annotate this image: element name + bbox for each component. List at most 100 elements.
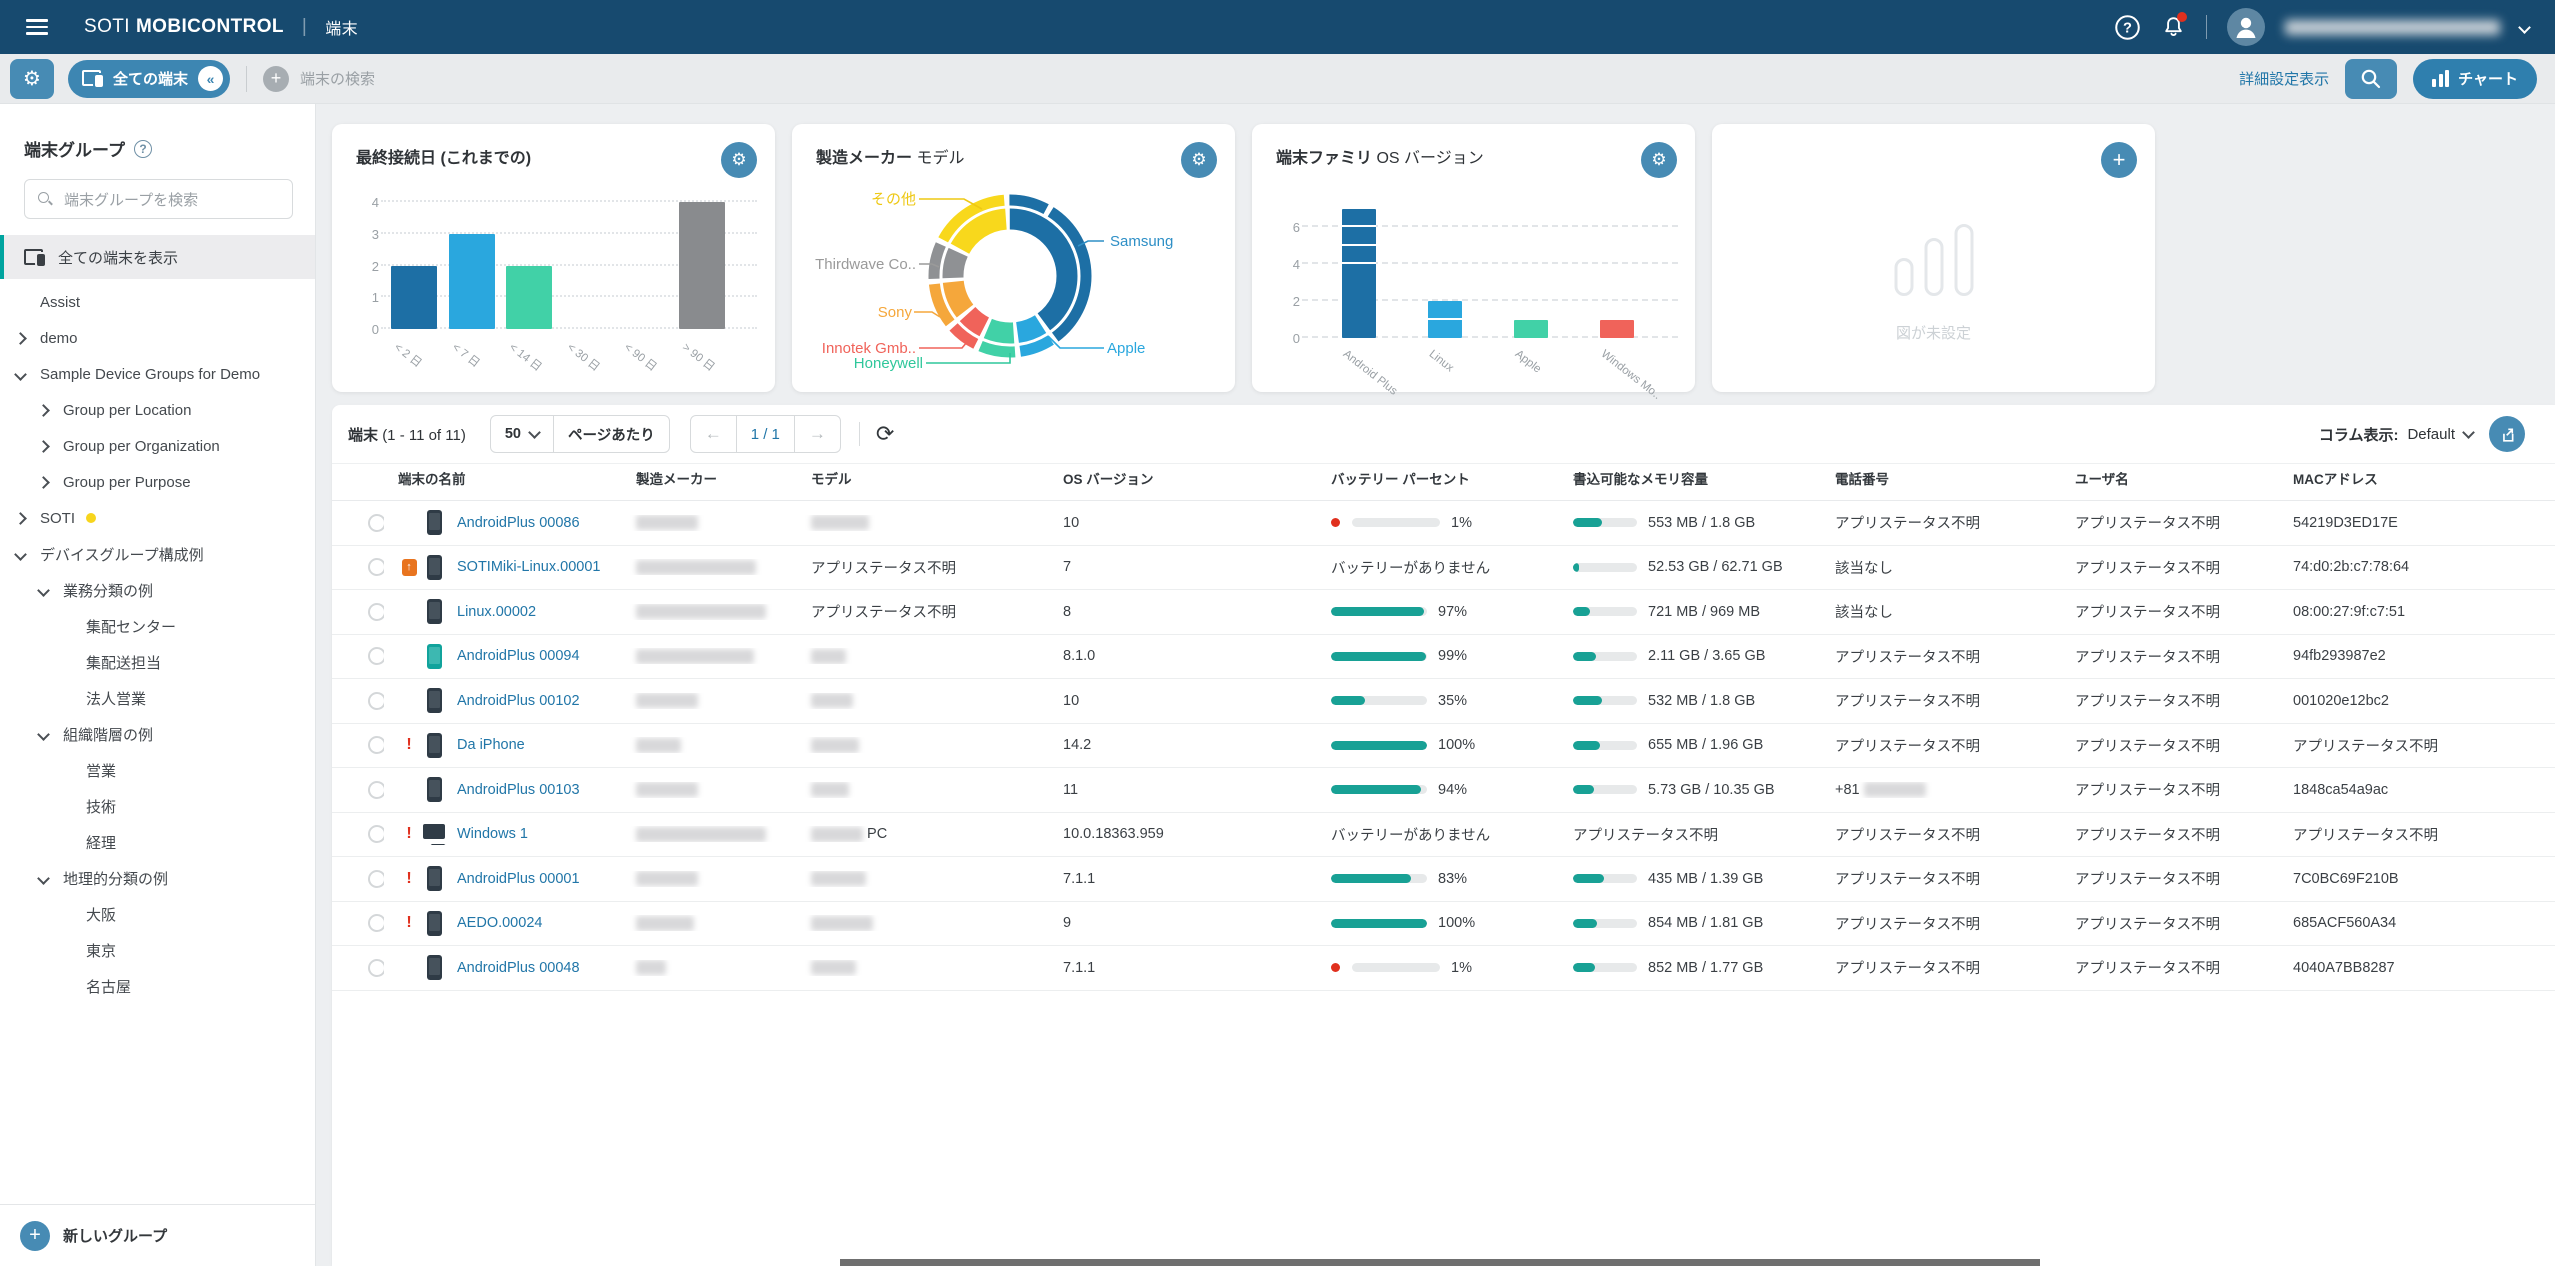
right-chevron-icon[interactable] bbox=[14, 331, 27, 345]
horizontal-scrollbar[interactable] bbox=[840, 1259, 2040, 1266]
bar-Android Plus[interactable] bbox=[1342, 208, 1376, 338]
table-row[interactable]: ! AEDO.00024 9 100% 854 MB / 1.81 GB アプリステータス… bbox=[332, 902, 2555, 946]
tree-item-業務分類の例[interactable]: 業務分類の例 bbox=[0, 572, 315, 608]
user-avatar[interactable] bbox=[2227, 8, 2265, 46]
tree-item-集配送担当[interactable]: 集配送担当 bbox=[0, 644, 315, 680]
row-checkbox[interactable] bbox=[368, 958, 384, 977]
device-search-input[interactable]: 端末の検索 bbox=[300, 68, 375, 89]
tree-item-Group per Location[interactable]: Group per Location bbox=[0, 392, 315, 428]
row-checkbox[interactable] bbox=[368, 513, 384, 532]
tree-item-SOTI[interactable]: SOTI bbox=[0, 500, 315, 536]
table-row[interactable]: AndroidPlus 00102 10 35% 532 MB / 1.8 GB アプリ… bbox=[332, 679, 2555, 724]
all-devices-filter-chip[interactable]: 全ての端末 « bbox=[68, 59, 231, 98]
column-header-OS バージョン[interactable]: OS バージョン bbox=[1049, 468, 1317, 488]
bar-Apple[interactable] bbox=[1514, 319, 1548, 338]
bar-Windows Mo..[interactable] bbox=[1600, 319, 1634, 338]
row-checkbox[interactable] bbox=[368, 647, 384, 666]
next-page-button[interactable]: → bbox=[795, 416, 840, 452]
right-chevron-icon[interactable] bbox=[37, 403, 50, 417]
prev-page-button[interactable]: ← bbox=[691, 416, 736, 452]
row-checkbox[interactable] bbox=[368, 780, 384, 799]
column-header-MACアドレス[interactable]: MACアドレス bbox=[2279, 468, 2555, 488]
column-view-select[interactable]: コラム表示: Default bbox=[2319, 424, 2475, 445]
table-row[interactable]: AndroidPlus 00094 8.1.0 99% 2.11 GB / 3.65 … bbox=[332, 635, 2555, 679]
filter-settings-gear-icon[interactable]: ⚙ bbox=[10, 58, 54, 99]
table-row[interactable]: AndroidPlus 00048 7.1.1 1% 852 MB / 1.77 GB… bbox=[332, 946, 2555, 991]
sidebar-item-all-devices[interactable]: 全ての端末を表示 bbox=[0, 235, 315, 279]
row-checkbox[interactable] bbox=[368, 602, 384, 621]
search-button[interactable] bbox=[2345, 58, 2398, 99]
bar-< 7 日[interactable] bbox=[448, 233, 495, 329]
column-header-電話番号[interactable]: 電話番号 bbox=[1821, 468, 2061, 488]
bar-Linux[interactable] bbox=[1428, 301, 1462, 338]
device-name-link[interactable]: AndroidPlus 00001 bbox=[457, 871, 580, 887]
filter-chip-collapse-icon[interactable]: « bbox=[198, 66, 224, 91]
tree-item-Assist[interactable]: Assist bbox=[0, 284, 315, 320]
device-name-link[interactable]: AndroidPlus 00048 bbox=[457, 960, 580, 976]
down-chevron-icon[interactable] bbox=[37, 583, 50, 597]
down-chevron-icon[interactable] bbox=[37, 727, 50, 741]
card-settings-gear-icon[interactable]: ⚙ bbox=[1641, 142, 1677, 178]
device-name-link[interactable]: Da iPhone bbox=[457, 737, 525, 753]
tree-item-経理[interactable]: 経理 bbox=[0, 824, 315, 860]
tree-item-デバイスグループ構成例[interactable]: デバイスグループ構成例 bbox=[0, 536, 315, 572]
table-row[interactable]: AndroidPlus 00103 11 94% 5.73 GB / 10.35 GB… bbox=[332, 768, 2555, 813]
table-row[interactable]: Linux.00002 アプリステータス不明 8 97% 721 MB / 969 MB… bbox=[332, 590, 2555, 635]
tree-item-営業[interactable]: 営業 bbox=[0, 752, 315, 788]
device-name-link[interactable]: AEDO.00024 bbox=[457, 915, 542, 931]
right-chevron-icon[interactable] bbox=[37, 439, 50, 453]
device-name-link[interactable]: AndroidPlus 00086 bbox=[457, 515, 580, 531]
add-chart-plus-icon[interactable]: + bbox=[2101, 142, 2137, 178]
add-search-criteria-icon[interactable]: + bbox=[263, 65, 290, 92]
tree-item-名古屋[interactable]: 名古屋 bbox=[0, 968, 315, 1004]
notifications-bell-icon[interactable] bbox=[2161, 11, 2187, 40]
device-name-link[interactable]: AndroidPlus 00102 bbox=[457, 693, 580, 709]
page-size-select[interactable]: 50 bbox=[491, 416, 553, 452]
tree-item-Group per Organization[interactable]: Group per Organization bbox=[0, 428, 315, 464]
column-header-ユーザ名[interactable]: ユーザ名 bbox=[2061, 468, 2279, 488]
tree-item-地理的分類の例[interactable]: 地理的分類の例 bbox=[0, 860, 315, 896]
table-row[interactable]: ! Windows 1 PC 10.0.18363.959 バッテリーがありません アプ… bbox=[332, 813, 2555, 857]
add-group-plus-icon[interactable]: + bbox=[20, 1220, 50, 1251]
row-checkbox[interactable] bbox=[368, 869, 384, 888]
tree-item-Sample Device Groups for Demo[interactable]: Sample Device Groups for Demo bbox=[0, 356, 315, 392]
tree-item-demo[interactable]: demo bbox=[0, 320, 315, 356]
row-checkbox[interactable] bbox=[368, 825, 384, 844]
down-chevron-icon[interactable] bbox=[14, 367, 27, 381]
tree-item-法人営業[interactable]: 法人営業 bbox=[0, 680, 315, 716]
tree-item-技術[interactable]: 技術 bbox=[0, 788, 315, 824]
tree-item-大阪[interactable]: 大阪 bbox=[0, 896, 315, 932]
device-name-link[interactable]: SOTIMiki-Linux.00001 bbox=[457, 559, 600, 575]
down-chevron-icon[interactable] bbox=[14, 547, 27, 561]
column-header-バッテリー パーセント[interactable]: バッテリー パーセント bbox=[1317, 468, 1559, 488]
table-row[interactable]: ! Da iPhone 14.2 100% 655 MB / 1.96 GB アプリステー… bbox=[332, 724, 2555, 768]
new-group-button[interactable]: 新しいグループ bbox=[63, 1225, 167, 1246]
down-chevron-icon[interactable] bbox=[37, 871, 50, 885]
user-menu-chevron-down-icon[interactable] bbox=[2518, 20, 2531, 34]
bar-< 14 日[interactable] bbox=[506, 265, 552, 329]
column-header-モデル[interactable]: モデル bbox=[797, 468, 1049, 488]
table-row[interactable]: AndroidPlus 00086 10 1% 553 MB / 1.8 GB アプリス… bbox=[332, 501, 2555, 546]
card-settings-gear-icon[interactable]: ⚙ bbox=[721, 142, 757, 178]
right-chevron-icon[interactable] bbox=[37, 475, 50, 489]
export-icon[interactable] bbox=[2489, 416, 2525, 452]
tree-item-Group per Purpose[interactable]: Group per Purpose bbox=[0, 464, 315, 500]
bar-< 2 日[interactable] bbox=[391, 265, 437, 329]
hamburger-menu-icon[interactable] bbox=[26, 19, 48, 35]
row-checkbox[interactable] bbox=[368, 736, 384, 755]
device-name-link[interactable]: AndroidPlus 00103 bbox=[457, 782, 580, 798]
refresh-icon[interactable]: ⟳ bbox=[876, 423, 894, 445]
tree-item-東京[interactable]: 東京 bbox=[0, 932, 315, 968]
device-name-link[interactable]: AndroidPlus 00094 bbox=[457, 648, 580, 664]
tree-item-組織階層の例[interactable]: 組織階層の例 bbox=[0, 716, 315, 752]
group-search-input[interactable]: 端末グループを検索 bbox=[24, 179, 293, 219]
column-header-製造メーカー[interactable]: 製造メーカー bbox=[622, 468, 797, 488]
table-row[interactable]: ! AndroidPlus 00001 7.1.1 83% 435 MB / 1.39 … bbox=[332, 857, 2555, 902]
tree-item-集配センター[interactable]: 集配センター bbox=[0, 608, 315, 644]
help-icon[interactable]: ? bbox=[2114, 14, 2141, 41]
column-header-書込可能なメモリ容量[interactable]: 書込可能なメモリ容量 bbox=[1559, 468, 1821, 488]
bar-> 90 日[interactable] bbox=[678, 202, 725, 329]
right-chevron-icon[interactable] bbox=[14, 511, 27, 525]
device-name-link[interactable]: Linux.00002 bbox=[457, 604, 536, 620]
row-checkbox[interactable] bbox=[368, 558, 384, 577]
